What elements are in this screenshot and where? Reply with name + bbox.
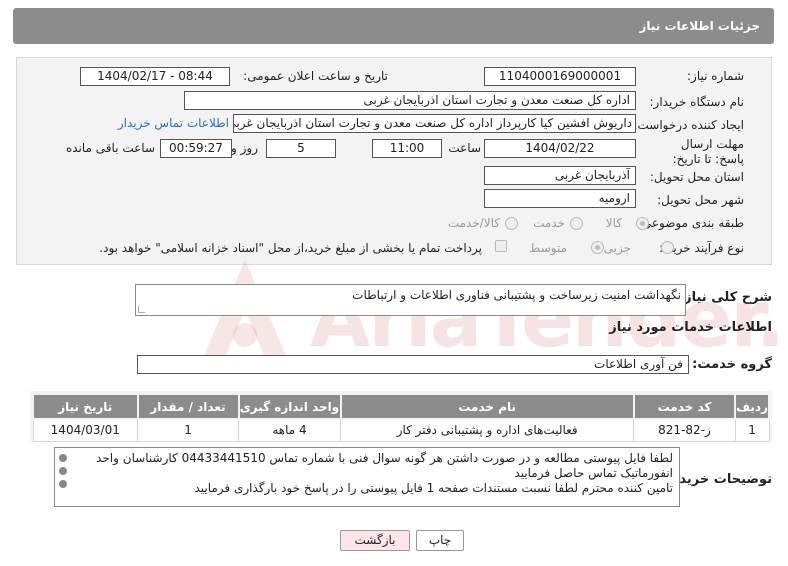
announce-label: تاریخ و ساعت اعلان عمومی:: [243, 69, 388, 83]
col-header-unit: واحد اندازه گیری: [237, 393, 342, 420]
province-field: آذربایجان غربی: [484, 166, 636, 185]
notes-text: لطفا فایل پیوستی مطالعه و در صورت داشتن …: [73, 451, 673, 496]
resize-handle-icon[interactable]: [138, 306, 145, 313]
notes-textarea[interactable]: لطفا فایل پیوستی مطالعه و در صورت داشتن …: [54, 447, 680, 507]
need-number-label: شماره نیاز:: [687, 69, 744, 83]
col-header-row: ردیف: [734, 393, 770, 420]
page-title: جزئیات اطلاعات نیاز: [639, 19, 760, 33]
payment-checkbox[interactable]: [495, 240, 507, 252]
category-label: طبقه بندی موضوعی:: [637, 216, 744, 230]
payment-note: پرداخت تمام یا بخشی از مبلغ خرید،از محل …: [99, 241, 482, 255]
buyer-org-field: اداره کل صنعت معدن و تجارت استان اذربایج…: [184, 91, 636, 110]
process-option-minor: جزیی: [603, 241, 631, 255]
cell-qty: 1: [137, 418, 240, 442]
category-option-goods-service: کالا/خدمت: [447, 216, 500, 230]
page-header: جزئیات اطلاعات نیاز: [13, 8, 774, 44]
category-radio-goods-service[interactable]: [505, 217, 518, 230]
deadline-time-label: ساعت: [448, 141, 481, 155]
col-header-date: تاریخ نیاز: [32, 393, 139, 420]
print-button[interactable]: چاپ: [416, 530, 464, 551]
back-button[interactable]: بازگشت: [340, 530, 410, 551]
table-row: 1 ز-82-821 فعالیت‌های اداره و پشتیبانی د…: [32, 418, 770, 442]
notes-scrollbar[interactable]: [55, 448, 69, 506]
service-group-field: فن آوری اطلاعات: [137, 355, 689, 374]
days-label: روز و: [231, 141, 258, 155]
cell-date: 1404/03/01: [32, 418, 139, 442]
category-radio-service[interactable]: [570, 217, 583, 230]
cell-unit: 4 ماهه: [238, 418, 341, 442]
scroll-up-icon[interactable]: [59, 454, 67, 462]
col-header-code: کد خدمت: [632, 393, 737, 420]
cell-code: ز-82-821: [633, 418, 736, 442]
city-label: شهر محل تحویل:: [657, 193, 744, 207]
deadline-date-field: 1404/02/22: [484, 139, 636, 158]
need-number-field: 1104000169000001: [484, 67, 636, 86]
col-header-qty: تعداد / مقدار: [136, 393, 240, 420]
category-option-goods: کالا: [605, 216, 622, 230]
summary-text: نگهداشت امنیت زیرساخت و پشتیبانی فناوری …: [352, 288, 681, 302]
summary-label: شرح کلی نیاز:: [678, 290, 772, 305]
remaining-time-field: 00:59:27: [160, 139, 232, 158]
scroll-thumb-icon[interactable]: [59, 467, 67, 475]
category-option-service: خدمت: [533, 216, 565, 230]
city-field: ارومیه: [484, 189, 636, 208]
col-header-name: نام خدمت: [339, 393, 635, 420]
province-label: استان محل تحویل:: [649, 170, 744, 184]
services-table: ردیف کد خدمت نام خدمت واحد اندازه گیری ت…: [32, 393, 770, 442]
summary-textarea[interactable]: نگهداشت امنیت زیرساخت و پشتیبانی فناوری …: [135, 284, 686, 316]
service-group-label: گروه خدمت:: [692, 357, 772, 372]
announce-field: 1404/02/17 - 08:44: [80, 67, 230, 86]
deadline-label: مهلت ارسال پاسخ: تا تاریخ:: [672, 137, 744, 166]
notes-line-2: انفورماتیک تماس حاصل فرمایید: [514, 466, 673, 480]
deadline-time-field: 11:00: [372, 139, 442, 158]
buyer-contact-link[interactable]: اطلاعات تماس خریدار: [118, 116, 229, 130]
notes-line-1: لطفا فایل پیوستی مطالعه و در صورت داشتن …: [96, 451, 673, 465]
days-field: 5: [266, 139, 336, 158]
process-radio-medium[interactable]: [591, 241, 604, 254]
buyer-org-label: نام دستگاه خریدار:: [649, 95, 745, 109]
cell-row: 1: [734, 418, 770, 442]
creator-field: داریوش افشین کیا کارپرداز اداره کل صنعت …: [233, 114, 636, 133]
cell-name: فعالیت‌های اداره و پشتیبانی دفتر کار: [339, 418, 635, 442]
remaining-label: ساعت باقی مانده: [65, 141, 155, 155]
creator-label: ایجاد کننده درخواست:: [633, 118, 744, 132]
services-section-title: اطلاعات خدمات مورد نیاز: [609, 320, 772, 335]
notes-line-3: تامین کننده محترم لطفا نسبت مستندات صفحه…: [194, 481, 673, 495]
scroll-down-icon[interactable]: [59, 480, 67, 488]
category-radio-goods[interactable]: [636, 217, 649, 230]
process-radio-minor[interactable]: [661, 241, 674, 254]
process-option-medium: متوسط: [529, 241, 567, 255]
